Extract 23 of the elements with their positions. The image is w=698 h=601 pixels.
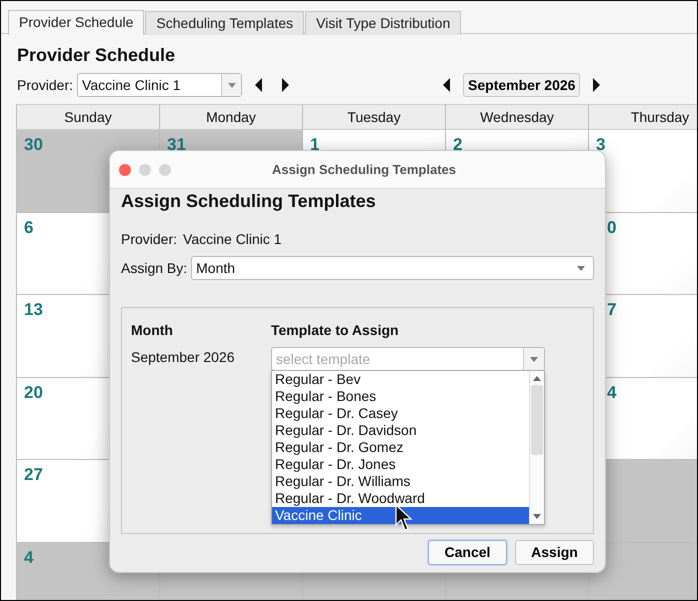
- column-header: Tuesday: [303, 104, 446, 130]
- day-number: 4: [607, 382, 616, 402]
- day-number: 4: [24, 548, 34, 568]
- day-number: 31: [167, 135, 186, 155]
- day-number: 0: [607, 218, 616, 238]
- provider-label: Provider:: [17, 76, 74, 94]
- day-number: 30: [24, 135, 43, 155]
- page-title: Provider Schedule: [17, 44, 176, 66]
- day-number: 6: [24, 218, 34, 238]
- day-number: 2: [453, 135, 462, 155]
- day-number: 7: [607, 300, 616, 320]
- column-header: Sunday: [17, 104, 160, 130]
- day-number: 27: [24, 465, 43, 485]
- day-number: 20: [24, 382, 43, 402]
- day-number: 1: [310, 135, 320, 155]
- window-title: Assign Scheduling Templates: [271, 160, 457, 179]
- column-header: Thursday: [589, 104, 697, 130]
- day-number: 13: [24, 300, 43, 320]
- column-header: Wednesday: [446, 104, 589, 130]
- column-header: Template to Assign: [271, 321, 400, 340]
- column-header: Monday: [160, 104, 303, 130]
- provider-value: Vaccine Clinic 1: [183, 230, 282, 249]
- day-number: 3: [596, 135, 606, 155]
